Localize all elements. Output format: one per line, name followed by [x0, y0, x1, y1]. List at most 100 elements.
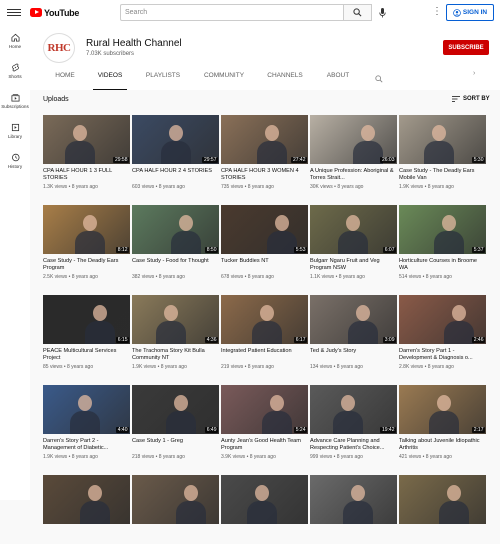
video-thumbnail[interactable]: 8:50: [132, 205, 219, 254]
video-card[interactable]: 4:40 Darren's Story Part 2 - Management o…: [43, 385, 130, 460]
video-thumbnail[interactable]: 2:46: [399, 295, 486, 344]
video-title[interactable]: Darren's Story Part 2 - Management of Di…: [43, 438, 130, 452]
video-thumbnail[interactable]: 5:24: [221, 385, 308, 434]
guide-item-subscriptions[interactable]: Subscriptions: [0, 93, 30, 109]
video-card[interactable]: 2:46 Darren's Story Part 1 - Development …: [399, 295, 486, 370]
video-title[interactable]: Integrated Patient Education: [221, 348, 308, 362]
video-card[interactable]: [43, 475, 130, 544]
video-title[interactable]: A Unique Profession: Aboriginal & Torres…: [310, 168, 397, 182]
guide-item-home[interactable]: Home: [0, 33, 30, 49]
video-title[interactable]: Case Study 1 - Greg: [132, 438, 219, 452]
video-views: 219 views: [221, 364, 244, 370]
more-options-icon[interactable]: ⋮: [432, 6, 442, 18]
thumbnail-figure: [73, 125, 87, 141]
video-title[interactable]: [310, 528, 397, 542]
video-thumbnail[interactable]: 6:49: [132, 385, 219, 434]
channel-avatar[interactable]: RHC: [43, 33, 75, 63]
channel-search-icon[interactable]: [375, 70, 383, 88]
video-card[interactable]: 27:42 CPA HALF HOUR 3 WOMEN 4 STORIES 735 …: [221, 115, 308, 190]
video-title[interactable]: Darren's Story Part 1 - Development & Di…: [399, 348, 486, 362]
video-card[interactable]: 5:24 Aunty Jean's Good Health Team Progra…: [221, 385, 308, 460]
search-button[interactable]: [344, 4, 372, 21]
video-thumbnail[interactable]: 8:12: [43, 205, 130, 254]
guide-item-history[interactable]: History: [0, 153, 30, 169]
sort-by-button[interactable]: SORT BY: [452, 96, 490, 102]
video-card[interactable]: 5:53 Tucker Buddies NT 678 views • 8 years…: [221, 205, 308, 280]
video-card[interactable]: 19:42 Advance Care Planning and Respectin…: [310, 385, 397, 460]
video-title[interactable]: [399, 528, 486, 542]
video-duration: 2:17: [472, 426, 485, 433]
video-title[interactable]: The Trachoma Story Kit Bulla Community N…: [132, 348, 219, 362]
tab-home[interactable]: HOME: [55, 72, 75, 90]
video-card[interactable]: 29:58 CPA HALF HOUR 1 3 FULL STORIES 1.3K …: [43, 115, 130, 190]
video-card[interactable]: 6:49 Case Study 1 - Greg 218 views • 8 yea…: [132, 385, 219, 460]
video-card[interactable]: 8:12 Case Study - The Deadly Ears Program…: [43, 205, 130, 280]
chevron-right-icon[interactable]: ›: [473, 70, 475, 77]
tab-about[interactable]: ABOUT: [327, 72, 349, 90]
video-title[interactable]: Aunty Jean's Good Health Team Program: [221, 438, 308, 452]
video-thumbnail[interactable]: 4:36: [132, 295, 219, 344]
video-card[interactable]: [132, 475, 219, 544]
video-title[interactable]: [43, 528, 130, 542]
video-title[interactable]: PEACE Multicultural Services Project: [43, 348, 130, 362]
video-title[interactable]: [132, 528, 219, 542]
video-thumbnail[interactable]: 5:37: [399, 205, 486, 254]
video-title[interactable]: Advance Care Planning and Respecting Pat…: [310, 438, 397, 452]
video-card[interactable]: 3:09 Ted & Judy's Story 134 views • 8 year…: [310, 295, 397, 370]
video-title[interactable]: Case Study - The Deadly Ears Program: [43, 258, 130, 272]
guide-item-library[interactable]: Library: [0, 123, 30, 139]
thumbnail-figure: [432, 125, 446, 141]
menu-icon[interactable]: [7, 8, 21, 17]
video-thumbnail[interactable]: 26:03: [310, 115, 397, 164]
video-card[interactable]: 5:30 Case Study - The Deadly Ears Mobile …: [399, 115, 486, 190]
guide-item-shorts[interactable]: Shorts: [0, 63, 30, 79]
video-title[interactable]: Case Study - Food for Thought: [132, 258, 219, 272]
video-thumbnail[interactable]: 6:17: [221, 295, 308, 344]
video-card[interactable]: 29:57 CPA HALF HOUR 2 4 STORIES 603 views …: [132, 115, 219, 190]
video-title[interactable]: CPA HALF HOUR 2 4 STORIES: [132, 168, 219, 182]
video-thumbnail[interactable]: 19:42: [310, 385, 397, 434]
video-card[interactable]: [310, 475, 397, 544]
video-card[interactable]: 8:50 Case Study - Food for Thought 382 vie…: [132, 205, 219, 280]
video-thumbnail[interactable]: 29:58: [43, 115, 130, 164]
tab-channels[interactable]: CHANNELS: [267, 72, 303, 90]
video-title[interactable]: [221, 528, 308, 542]
video-thumbnail[interactable]: 5:30: [399, 115, 486, 164]
video-views: 2.8K views: [399, 364, 424, 370]
video-card[interactable]: 2:17 Talking about Juvenile Idiopathic Ar…: [399, 385, 486, 460]
video-card[interactable]: [221, 475, 308, 544]
video-card[interactable]: [399, 475, 486, 544]
video-thumbnail[interactable]: 29:57: [132, 115, 219, 164]
video-card[interactable]: 6:15 PEACE Multicultural Services Project…: [43, 295, 130, 370]
video-thumbnail[interactable]: 3:09: [310, 295, 397, 344]
video-thumbnail[interactable]: 2:17: [399, 385, 486, 434]
video-title[interactable]: Talking about Juvenile Idiopathic Arthri…: [399, 438, 486, 452]
video-card[interactable]: 6:17 Integrated Patient Education 219 view…: [221, 295, 308, 370]
video-thumbnail[interactable]: 6:07: [310, 205, 397, 254]
video-title[interactable]: Horticulture Courses in Broome WA: [399, 258, 486, 272]
video-meta: 514 views • 8 years ago: [399, 274, 486, 280]
video-thumbnail[interactable]: 5:53: [221, 205, 308, 254]
sign-in-button[interactable]: SIGN IN: [446, 4, 494, 21]
video-title[interactable]: Tucker Buddies NT: [221, 258, 308, 272]
microphone-icon[interactable]: [377, 6, 387, 19]
video-title[interactable]: CPA HALF HOUR 1 3 FULL STORIES: [43, 168, 130, 182]
video-title[interactable]: Ted & Judy's Story: [310, 348, 397, 362]
video-card[interactable]: 4:36 The Trachoma Story Kit Bulla Communi…: [132, 295, 219, 370]
video-thumbnail[interactable]: 27:42: [221, 115, 308, 164]
video-card[interactable]: 6:07 Bulgarr Ngaru Fruit and Veg Program …: [310, 205, 397, 280]
youtube-logo[interactable]: YouTube: [30, 8, 79, 18]
video-title[interactable]: Case Study - The Deadly Ears Mobile Van: [399, 168, 486, 182]
tab-videos[interactable]: VIDEOS: [93, 72, 127, 90]
search-input[interactable]: Search: [120, 4, 344, 21]
tab-playlists[interactable]: PLAYLISTS: [146, 72, 180, 90]
video-thumbnail[interactable]: 4:40: [43, 385, 130, 434]
tab-community[interactable]: COMMUNITY: [203, 72, 245, 90]
video-title[interactable]: CPA HALF HOUR 3 WOMEN 4 STORIES: [221, 168, 308, 182]
video-duration: 6:49: [205, 426, 218, 433]
subscribe-button[interactable]: SUBSCRIBE: [443, 40, 489, 55]
video-card[interactable]: 5:37 Horticulture Courses in Broome WA 514…: [399, 205, 486, 280]
video-card[interactable]: 26:03 A Unique Profession: Aboriginal & T…: [310, 115, 397, 190]
video-title[interactable]: Bulgarr Ngaru Fruit and Veg Program NSW: [310, 258, 397, 272]
video-thumbnail[interactable]: 6:15: [43, 295, 130, 344]
